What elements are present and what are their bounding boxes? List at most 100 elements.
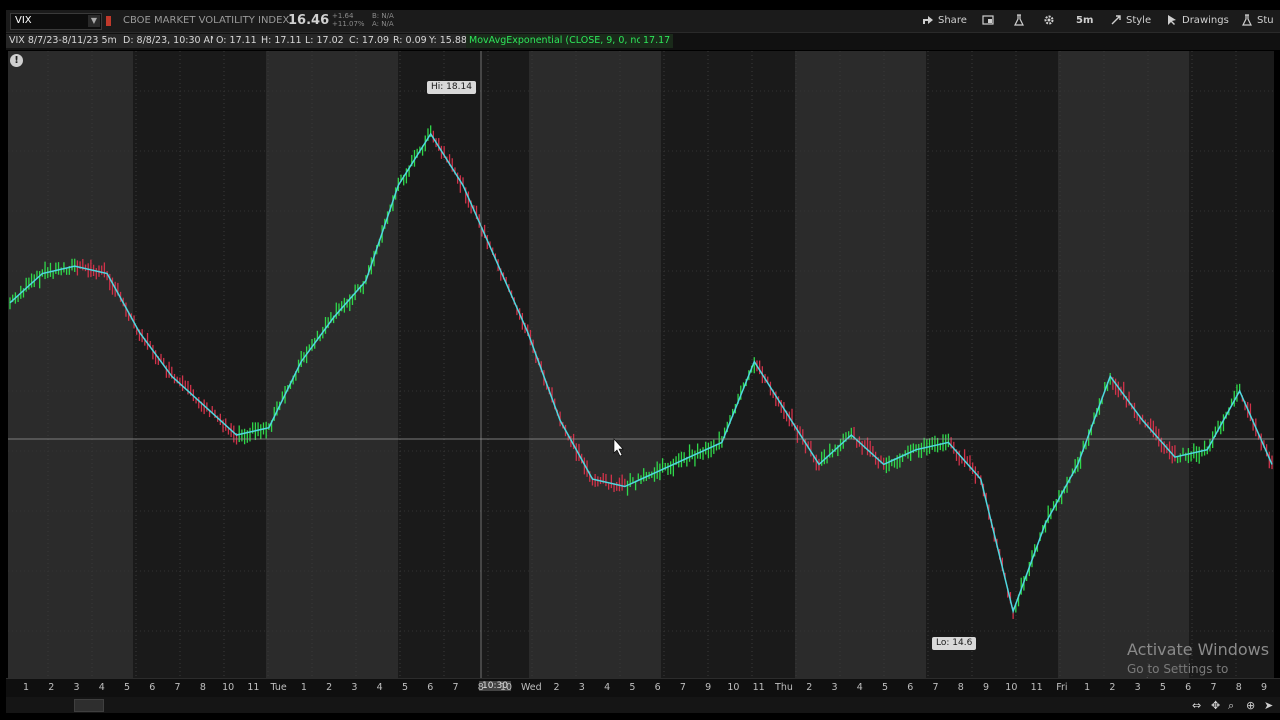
change-block: +1.64 +11.07% — [332, 12, 365, 28]
thinkorswim-chart-window: VIX ▼ CBOE MARKET VOLATILITY INDEX 16.46… — [0, 0, 1280, 720]
time-axis-tick: 4 — [98, 682, 105, 693]
time-axis-tick: 6 — [907, 682, 914, 693]
time-axis-tick: 4 — [376, 682, 383, 693]
study-value: 17.17 — [640, 34, 674, 48]
time-axis-tick: 9 — [983, 682, 990, 693]
time-axis-tick: Thu — [775, 682, 793, 693]
time-axis-tick: 8 — [477, 682, 484, 693]
time-axis-tick: 10 — [1005, 682, 1018, 693]
percent-change: +11.07% — [332, 20, 365, 28]
bar-range: R: 0.09 — [390, 34, 430, 48]
time-axis-tick: 10 — [727, 682, 740, 693]
pointer-icon[interactable]: ➤ — [1264, 699, 1273, 712]
aggregation-button[interactable]: 5m — [1076, 13, 1093, 29]
time-axis-tick: 6 — [149, 682, 156, 693]
time-axis-tick: 2 — [326, 682, 333, 693]
bar-low: L: 17.02 — [302, 34, 347, 48]
time-axis[interactable]: 10:30 1 2 3 4 5 6 7 8 10 11 Tue 1 2 3 4 5 6 7 8 10 Wed 2 3 4 5 6 7… — [6, 678, 1280, 697]
share-label: Share — [938, 15, 967, 26]
gear-icon — [1044, 15, 1054, 25]
time-axis-tick: 5 — [629, 682, 636, 693]
time-axis-tick: 7 — [932, 682, 939, 693]
time-axis-tick: Wed — [520, 682, 542, 693]
time-axis-tick: 2 — [1109, 682, 1116, 693]
session-band — [529, 51, 661, 678]
time-axis-tick: 5 — [881, 682, 889, 693]
time-axis-tick: 7 — [452, 682, 459, 693]
style-label: Style — [1126, 15, 1152, 26]
time-axis-tick: 7 — [1210, 682, 1217, 693]
time-axis-tick: 8 — [199, 682, 206, 693]
session-band — [133, 51, 266, 678]
time-axis-tick: 1 — [300, 682, 307, 693]
time-axis-tick: 10 — [222, 682, 235, 693]
bar-high: H: 17.11 — [258, 34, 305, 48]
session-band — [1189, 51, 1274, 678]
session-band — [8, 51, 133, 678]
time-axis-tick: 9 — [705, 682, 712, 693]
symbol-range: VIX 8/7/23-8/11/23 5m — [6, 34, 120, 48]
time-axis-tick: 9 — [1260, 682, 1268, 693]
time-axis-tick: 7 — [174, 682, 181, 693]
zoom-icon[interactable]: ⌕ — [1228, 699, 1234, 713]
time-axis-tick: 4 — [604, 682, 611, 693]
activate-windows-title: Activate Windows — [1127, 640, 1270, 659]
session-band — [1058, 51, 1189, 678]
move-icon[interactable]: ✥ — [1211, 699, 1220, 712]
settings-button[interactable] — [1043, 13, 1059, 29]
detach-button[interactable] — [982, 13, 998, 29]
session-band — [795, 51, 926, 678]
price-chart[interactable] — [8, 51, 1274, 678]
chevron-down-icon[interactable]: ▼ — [88, 15, 100, 27]
studies-label: Stu — [1257, 15, 1274, 26]
time-axis-tick: 5 — [124, 682, 131, 693]
chart-info-bar: VIX 8/7/23-8/11/23 5m D: 8/8/23, 10:30 A… — [6, 33, 1280, 50]
time-axis-tick: 4 — [856, 682, 863, 693]
flag-icon[interactable] — [106, 16, 111, 26]
net-change: +1.64 — [332, 12, 354, 20]
high-label: Hi: 18.14 — [427, 81, 476, 94]
time-axis-tick: 7 — [679, 682, 686, 693]
time-axis-tick: 2 — [553, 682, 560, 693]
share-icon — [923, 16, 933, 24]
study-label[interactable]: MovAvgExponential (CLOSE, 9, 0, no) — [466, 34, 649, 48]
pan-arrows-icon[interactable]: ⇔ — [1192, 699, 1201, 712]
session-band — [398, 51, 529, 678]
bid-ask-block: B: N/A A: N/A — [372, 12, 394, 28]
drawings-label: Drawings — [1182, 15, 1229, 26]
magnifier-icon[interactable]: ⊕ — [1246, 699, 1255, 712]
time-axis-tick: 5 — [401, 682, 408, 693]
bar-open: O: 17.11 — [213, 34, 260, 48]
chart-canvas — [8, 51, 1274, 678]
flask-icon — [1014, 14, 1024, 26]
time-axis-tick: 8 — [957, 682, 964, 693]
time-axis-tick: 10 — [499, 682, 513, 693]
time-axis-tick: 1 — [22, 682, 30, 693]
drawings-button[interactable]: Drawings — [1166, 13, 1229, 29]
symbol-input[interactable]: VIX ▼ — [10, 13, 102, 30]
cursor-icon — [1168, 15, 1176, 25]
time-axis-tick: Tue — [270, 682, 287, 693]
time-axis-tick: 6 — [1185, 682, 1192, 693]
exclamation-icon[interactable]: ! — [10, 54, 23, 67]
studies-button[interactable]: Stu — [1241, 13, 1274, 29]
time-axis-tick: 11 — [247, 682, 260, 693]
time-axis-tick: 3 — [73, 682, 80, 693]
low-label: Lo: 14.6 — [932, 637, 977, 650]
style-button[interactable]: Style — [1110, 13, 1151, 29]
session-band — [266, 51, 398, 678]
studies-icon — [1242, 14, 1252, 26]
symbol-description: CBOE MARKET VOLATILITY INDEX — [123, 15, 290, 26]
time-axis-tick: Fri — [1056, 682, 1068, 693]
scroll-handle[interactable] — [74, 699, 104, 712]
flask-button[interactable] — [1013, 13, 1029, 29]
time-axis-tick: 3 — [351, 682, 358, 693]
symbol-input-value: VIX — [15, 15, 32, 26]
time-axis-tick: 3 — [831, 682, 838, 693]
share-button[interactable]: Share — [922, 13, 967, 29]
bid-value: B: N/A — [372, 12, 394, 20]
ask-value: A: N/A — [372, 20, 394, 28]
session-band — [926, 51, 1058, 678]
time-axis-tick: 11 — [752, 682, 765, 693]
bar-date: D: 8/8/23, 10:30 AM — [120, 34, 222, 48]
